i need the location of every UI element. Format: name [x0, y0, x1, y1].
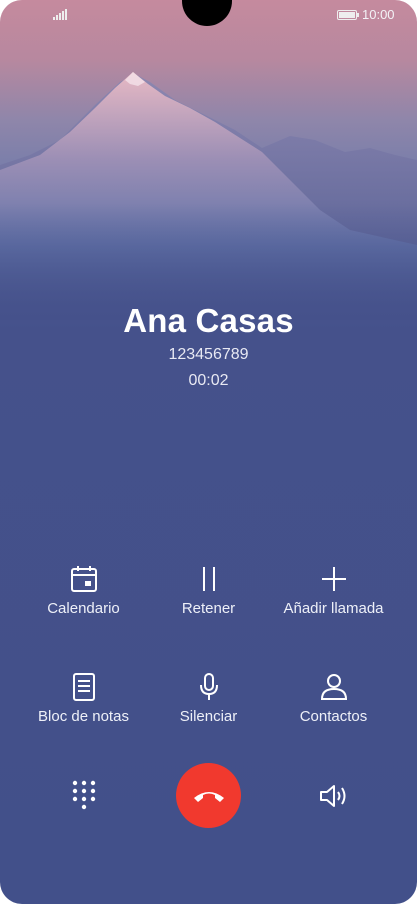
- status-bar: 10:00: [0, 0, 417, 30]
- add-call-button[interactable]: Añadir llamada: [264, 564, 403, 617]
- calendar-label: Calendario: [47, 600, 120, 617]
- signal-icon: [53, 9, 67, 20]
- dialpad-icon[interactable]: [72, 780, 96, 810]
- caller-name: Ana Casas: [123, 302, 294, 339]
- plus-icon: [321, 567, 346, 591]
- contact-icon: [320, 674, 347, 700]
- contacts-label: Contactos: [299, 708, 368, 725]
- notes-button[interactable]: Bloc de notas: [14, 672, 153, 725]
- calendar-icon: [70, 566, 97, 592]
- pause-icon: [202, 567, 215, 591]
- call-duration: 00:02: [188, 372, 229, 389]
- hangup-icon: [193, 791, 224, 802]
- battery-icon: [337, 10, 359, 20]
- microphone-icon: [199, 673, 218, 700]
- end-call-button[interactable]: [176, 763, 241, 828]
- calendar-button[interactable]: Calendario: [14, 564, 153, 617]
- contacts-button[interactable]: Contactos: [264, 672, 403, 725]
- mute-label: Silenciar: [179, 708, 238, 725]
- mountain-wallpaper: [0, 60, 417, 320]
- notes-icon: [72, 673, 95, 701]
- hold-button[interactable]: Retener: [139, 564, 278, 617]
- call-screen: 10:00 Ana Casas 123456789 00:02 Calendar…: [0, 0, 417, 904]
- hold-label: Retener: [181, 600, 236, 617]
- add-call-label: Añadir llamada: [283, 600, 384, 617]
- caller-info: Ana Casas 123456789 00:02: [0, 302, 417, 390]
- mute-button[interactable]: Silenciar: [139, 672, 278, 725]
- notes-label: Bloc de notas: [38, 708, 129, 725]
- caller-number: 123456789: [168, 346, 249, 363]
- speaker-icon[interactable]: [318, 782, 350, 810]
- status-time: 10:00: [362, 7, 395, 22]
